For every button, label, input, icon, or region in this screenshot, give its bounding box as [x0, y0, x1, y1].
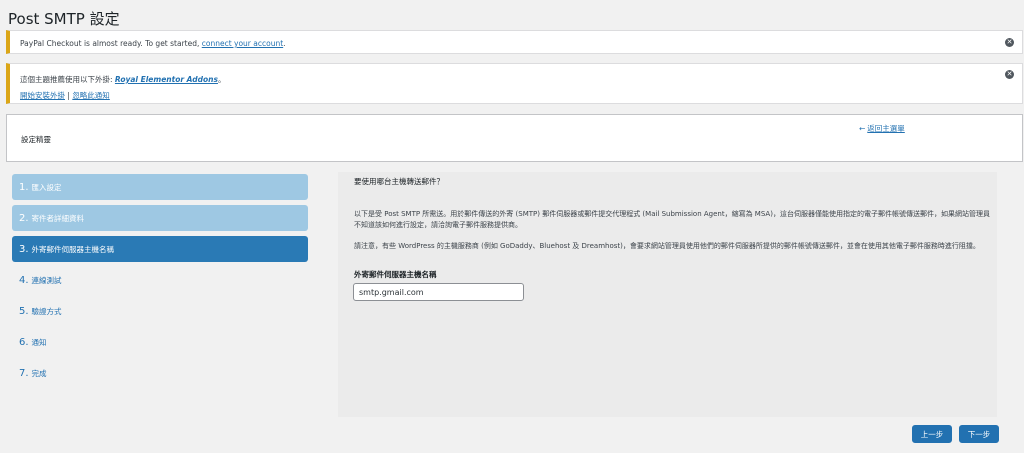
step-label: 通知 [31, 337, 47, 347]
step-import-settings[interactable]: 1. 匯入設定 [12, 174, 308, 200]
connect-account-link[interactable]: connect your account [202, 39, 283, 48]
close-icon[interactable]: ✕ [1005, 38, 1014, 47]
hostname-input[interactable] [353, 283, 524, 301]
install-plugins-link[interactable]: 開始安裝外掛 [20, 91, 65, 100]
step-content-panel: 要使用哪台主機轉送郵件？ 以下是受 Post SMTP 所需送。用於郵件傳送的外… [338, 172, 997, 417]
link-separator: | [67, 91, 70, 100]
step-number: 2. [19, 212, 29, 224]
theme-notice-message: 這個主題推薦使用以下外掛: [20, 75, 115, 84]
step-connection-test[interactable]: 4. 連線測試 [12, 267, 308, 293]
step-number: 5. [19, 305, 29, 317]
dismiss-notice-link[interactable]: 忽略此通知 [72, 91, 110, 100]
paypal-notice-suffix: . [283, 39, 286, 48]
step-description: 以下是受 Post SMTP 所需送。用於郵件傳送的外寄 (SMTP) 郵件伺服… [354, 210, 990, 229]
paypal-notice: PayPal Checkout is almost ready. To get … [6, 30, 1023, 54]
paypal-notice-message: PayPal Checkout is almost ready. To get … [20, 39, 202, 48]
step-label: 連線測試 [31, 275, 62, 285]
paypal-notice-text: PayPal Checkout is almost ready. To get … [20, 39, 286, 48]
wizard-header: 設定精靈 ← 返回主選單 [6, 114, 1023, 162]
step-label: 外寄郵件伺服器主機名稱 [31, 244, 115, 254]
step-note: 請注意，有些 WordPress 的主機服務商 (例如 GoDaddy、Blue… [354, 242, 980, 250]
step-number: 1. [19, 181, 29, 193]
step-question: 要使用哪台主機轉送郵件？ [354, 177, 444, 186]
page-title: Post SMTP 設定 [8, 10, 120, 28]
step-notifications[interactable]: 6. 通知 [12, 329, 308, 355]
theme-notice-suffix: 。 [217, 75, 226, 84]
wizard-steps: 1. 匯入設定 2. 寄件者詳細資料 3. 外寄郵件伺服器主機名稱 4. 連線測試 5.… [12, 174, 308, 391]
step-sender-details[interactable]: 2. 寄件者詳細資料 [12, 205, 308, 231]
arrow-left-icon: ← [859, 124, 866, 133]
step-outgoing-server[interactable]: 3. 外寄郵件伺服器主機名稱 [12, 236, 308, 262]
back-to-menu-link[interactable]: 返回主選單 [867, 124, 905, 133]
step-label: 匯入設定 [31, 182, 62, 192]
step-label: 完成 [31, 368, 47, 378]
wizard-title: 設定精靈 [21, 135, 51, 144]
step-authentication[interactable]: 5. 驗證方式 [12, 298, 308, 324]
step-label: 寄件者詳細資料 [31, 213, 85, 223]
hostname-label: 外寄郵件伺服器主機名稱 [354, 270, 437, 279]
step-number: 6. [19, 336, 29, 348]
previous-step-button[interactable]: 上一步 [912, 425, 952, 443]
theme-notice-text: 這個主題推薦使用以下外掛: Royal Elementor Addons。 [20, 74, 225, 85]
step-number: 7. [19, 367, 29, 379]
close-icon[interactable]: ✕ [1005, 70, 1014, 79]
theme-notice-actions: 開始安裝外掛 | 忽略此通知 [20, 90, 110, 101]
theme-plugin-notice: 這個主題推薦使用以下外掛: Royal Elementor Addons。 開始… [6, 63, 1023, 104]
plugin-name-link[interactable]: Royal Elementor Addons [115, 75, 218, 84]
step-number: 3. [19, 243, 29, 255]
next-step-button[interactable]: 下一步 [959, 425, 999, 443]
step-label: 驗證方式 [31, 306, 62, 316]
back-to-menu[interactable]: ← 返回主選單 [859, 123, 905, 134]
step-finish[interactable]: 7. 完成 [12, 360, 308, 386]
step-number: 4. [19, 274, 29, 286]
